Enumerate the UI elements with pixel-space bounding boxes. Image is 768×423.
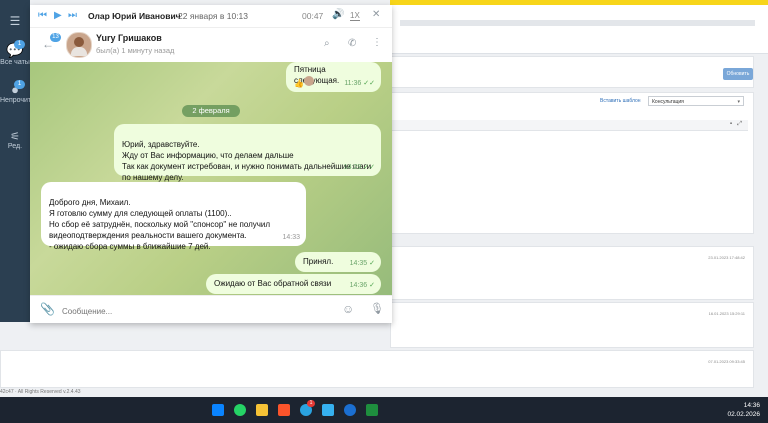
folder-edit[interactable]: ⚟ Ред. [0,130,30,150]
system-clock[interactable]: 14:36 02.02.2026 [727,401,760,419]
field-line [400,20,755,26]
history-card-1: 23.01.2023 17:48:42 [390,246,754,300]
volume-icon[interactable]: 🔊 [332,10,344,20]
image-icon[interactable]: ▪ [730,121,732,127]
emoji-icon[interactable]: ☺ [342,303,354,315]
chat-header: ← 13 Yury Гришаков был(а) 1 минуту назад… [30,28,392,62]
folder-rail: ☰ 💬 1 Все чаты ● 1 Непрочитано ⚟ Ред. [0,0,43,322]
footer-copyright: 42c47 · All Rights Reserved v.2.4.43 [0,389,81,395]
whatsapp-icon[interactable] [234,404,246,416]
message-time: 14:35 ✓ [349,260,375,267]
message-bubble: Доброго дня, Михаил. Я готовлю сумму для… [41,182,306,251]
message-text: Принял. [303,257,334,266]
folder-label: Непрочитано [0,97,43,104]
playback-speed[interactable]: 1X [350,11,360,21]
message-text: Ожидаю от Вас обратной связи [214,279,332,288]
phone-icon[interactable]: ✆ [348,39,356,49]
history-card-2: 16.01.2023 15:29:11 [390,302,754,348]
message-time: 14:29 ✓✓ [343,164,375,171]
message-bubble: Принял. 14:35 ✓ [295,252,381,272]
file-explorer-icon[interactable] [256,404,268,416]
audio-player-bar: ⏮ ▶ ⏭ Олар Юрий Иванович 22 января в 10:… [30,5,392,28]
app-icon[interactable] [322,404,334,416]
folder-all-chats[interactable]: 💬 1 Все чаты [0,40,30,66]
next-icon[interactable]: ⏭ [68,11,77,21]
attach-icon[interactable]: 📎 [40,303,55,315]
telegram-badge: 1 [307,400,315,407]
avatar-body [71,47,87,56]
editor-card [390,92,754,234]
folder-label: Ред. [7,143,23,150]
start-icon[interactable] [212,404,224,416]
sliders-icon: ⚟ [10,131,20,143]
folder-badge: 1 [14,40,25,49]
avatar[interactable] [66,32,92,58]
history-card-3: 07.01.2023 09:33:45 [0,350,754,388]
contact-status: был(а) 1 минуту назад [96,46,175,55]
previous-icon[interactable]: ⏮ [38,11,47,21]
unread-count-badge: 13 [50,33,61,42]
avatar-face [74,37,84,47]
clock-date: 02.02.2026 [727,411,760,418]
close-icon[interactable]: ✕ [372,10,380,20]
message-bubble: Пятница следующая. 👍 11:36 ✓✓ [286,62,381,92]
player-date: 22 января в 10:13 [178,11,249,21]
menu-icon[interactable]: ☰ [0,14,30,28]
reaction-avatar [304,76,314,86]
message-time: 14:33 [282,234,300,241]
message-input[interactable] [60,303,334,319]
message-text: Юрий, здравствуйте. Жду от Вас информаци… [122,140,372,182]
folder-unread[interactable]: ● 1 Непрочитано [0,80,43,105]
expand-icon[interactable]: ⤢ [737,121,742,128]
history-date: 16.01.2023 15:29:11 [708,311,745,316]
message-time: 14:36 ✓ [349,282,375,289]
taskbar [0,397,768,423]
editor-toolbar: ▪ ⤢ [390,120,748,131]
top-panel [390,5,768,54]
folder-label: Все чаты [0,59,30,66]
play-icon[interactable]: ▶ [54,11,62,21]
update-card [390,56,754,88]
contact-name[interactable]: Yury Гришаков [96,33,162,43]
history-date: 07.01.2023 09:33:45 [708,359,745,364]
history-date: 23.01.2023 17:48:42 [708,255,745,260]
microphone-icon[interactable]: 🎙 [370,304,384,315]
date-divider: 2 февраля [182,105,240,117]
reaction-thumbs-icon[interactable]: 👍 [294,78,304,89]
search-icon[interactable]: ⌕ [324,39,330,49]
insert-template-link[interactable]: Вставить шаблон [600,98,641,104]
message-time: 11:36 ✓✓ [344,80,375,87]
more-vert-icon[interactable]: ⋮ [372,38,382,48]
update-button[interactable]: Обновить [723,68,753,80]
message-bubble: Юрий, здравствуйте. Жду от Вас информаци… [114,124,381,182]
brave-browser-icon[interactable] [278,404,290,416]
message-input-bar: 📎 ☺ 🎙 [30,295,392,323]
type-select[interactable]: Консультация [648,96,744,107]
message-bubble: Ожидаю от Вас обратной связи 14:36 ✓ [206,274,381,294]
player-title: Олар Юрий Иванович [88,11,181,21]
message-text: Доброго дня, Михаил. Я готовлю сумму для… [49,198,271,251]
chat-window: ⏮ ▶ ⏭ Олар Юрий Иванович 22 января в 10:… [30,5,392,323]
clock-time: 14:36 [743,402,760,409]
telegram-icon[interactable]: 1 [300,400,315,416]
excel-icon[interactable] [366,404,378,416]
app-icon[interactable] [344,404,356,416]
messages-area: Пятница следующая. 👍 11:36 ✓✓ 2 февраля … [30,62,392,295]
folder-badge: 1 [14,80,25,89]
player-elapsed: 00:47 [302,11,324,21]
